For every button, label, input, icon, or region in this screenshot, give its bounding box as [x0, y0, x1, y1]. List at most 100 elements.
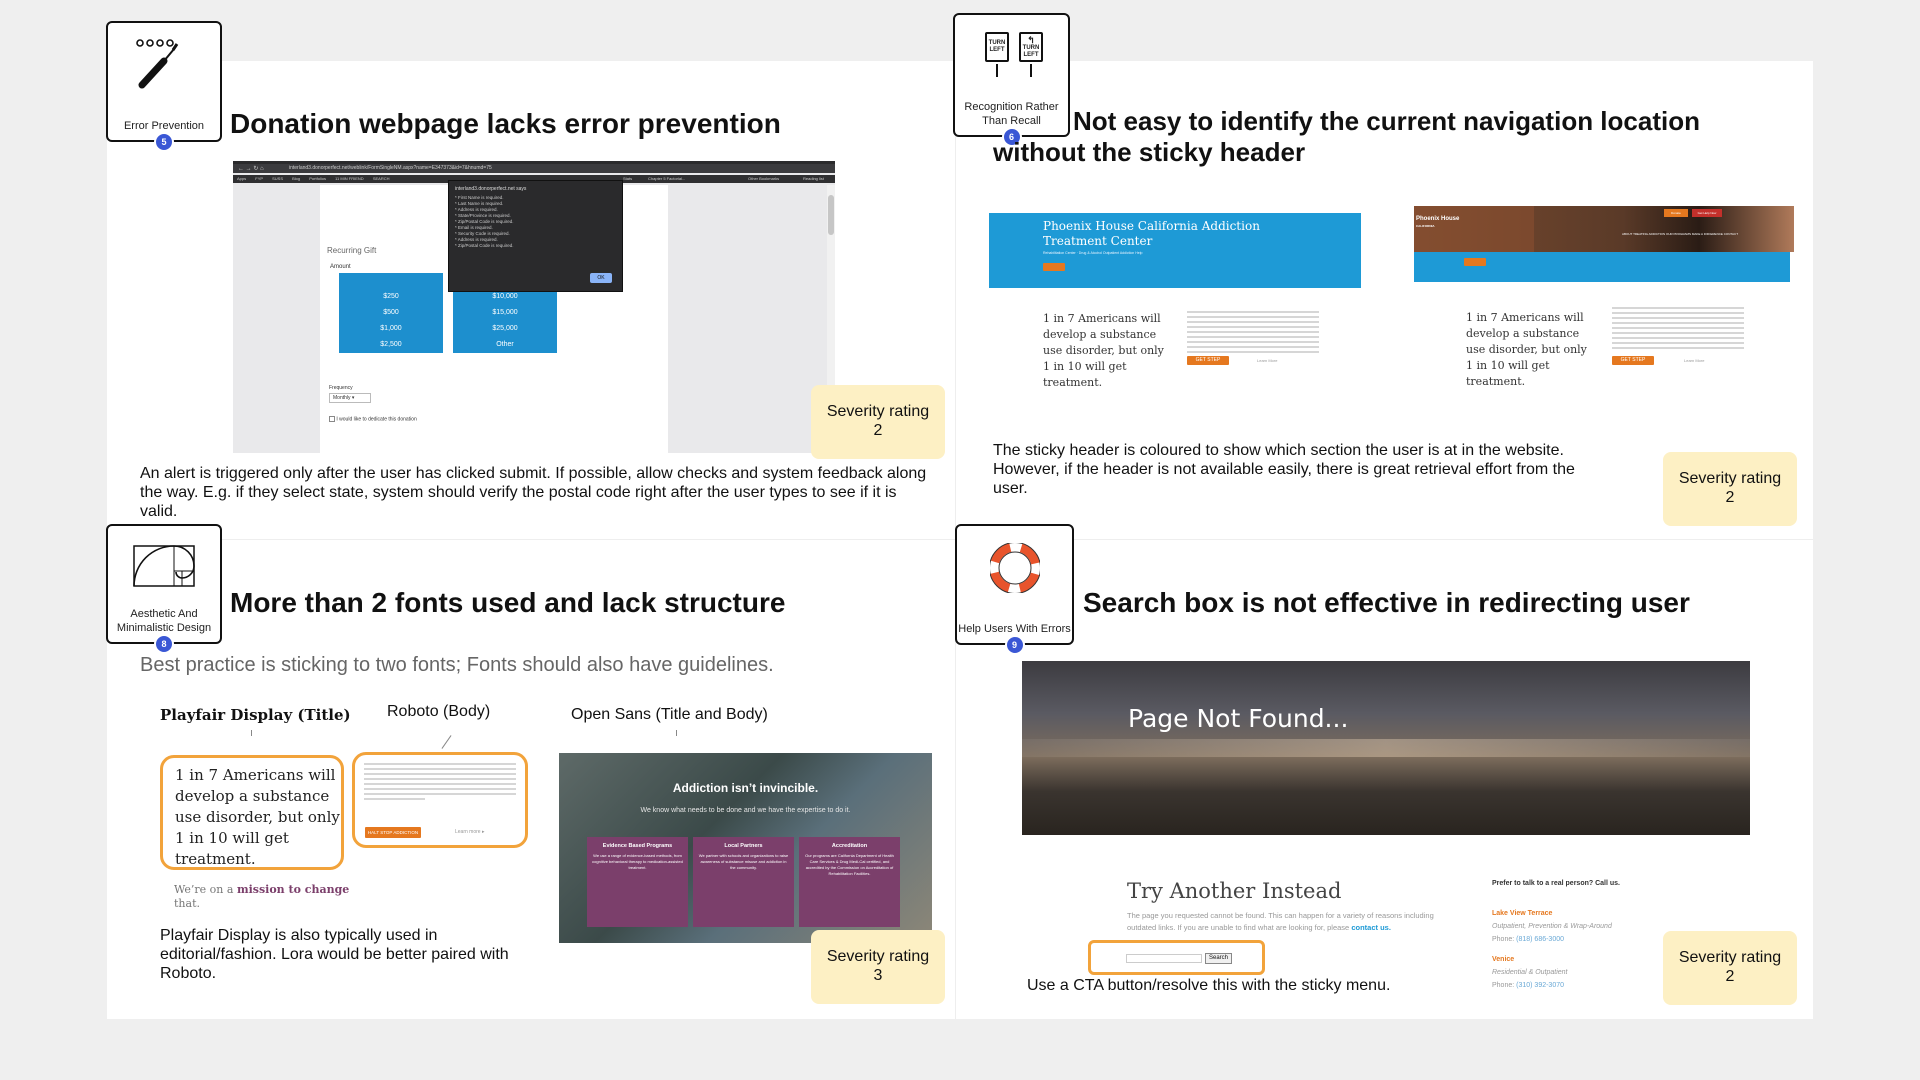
severity-value: 2 — [873, 422, 883, 439]
severity-rating: Severity rating 2 — [1663, 452, 1797, 526]
heuristic-card-help-users[interactable]: Help Users With Errors 9 — [955, 524, 1074, 655]
panel-heading: Donation webpage lacks error prevention — [230, 108, 781, 139]
open-sans-screenshot: Addiction isn’t invincible. We know what… — [559, 753, 932, 943]
body-paragraph — [1612, 307, 1744, 352]
amount-button[interactable]: $25,000 — [453, 321, 557, 337]
panel-subheading: Best practice is sticking to two fonts; … — [140, 654, 774, 676]
bookmark[interactable]: 11 MIN FRIEND — [335, 176, 364, 181]
feature-tile: Evidence Based Programs We use a range of… — [587, 837, 688, 927]
alert-messages: * First Name is required. * Last Name is… — [455, 195, 622, 249]
heuristic-card-error-prevention[interactable]: Error Prevention 5 — [106, 21, 222, 152]
amount-button[interactable]: $2,500 — [339, 337, 443, 353]
location-block: Lake View Terrace Outpatient, Prevention… — [1492, 907, 1612, 946]
phone-link[interactable]: (310) 392-3070 — [1516, 982, 1564, 989]
bookmark[interactable]: Portfolios — [309, 176, 326, 181]
font-label-playfair: Playfair Display (Title) — [160, 706, 351, 724]
amount-button[interactable]: $15,000 — [453, 305, 557, 321]
severity-value: 2 — [1725, 489, 1735, 506]
hero-cta[interactable] — [1464, 258, 1486, 266]
learn-more-link[interactable]: Learn More — [1257, 358, 1277, 363]
phone-link[interactable]: (818) 686-3000 — [1516, 936, 1564, 943]
not-found-title: Page Not Found... — [1128, 704, 1349, 733]
form-title: Recurring Gift — [327, 246, 377, 255]
hero-subtitle: Rehabilitation Center · Drug & Alcohol O… — [1043, 251, 1143, 255]
hero-title: Phoenix House California Addiction Treat… — [1043, 219, 1260, 248]
bookmark[interactable]: Apps — [237, 176, 246, 181]
phoenix-house-screenshot-with-header: Phoenix House California Addiction Treat… — [989, 213, 1361, 403]
bookmark[interactable]: Reading list — [803, 175, 824, 183]
nav-item[interactable]: OUR PROGRAMS — [1666, 232, 1691, 236]
try-another-text: The page you requested cannot be found. … — [1127, 910, 1461, 934]
mission-link[interactable]: mission to change — [237, 883, 349, 896]
hero-cta[interactable] — [1043, 263, 1065, 271]
mission-suffix: that. — [174, 897, 200, 910]
card-number-badge: 9 — [1004, 635, 1025, 655]
main-nav: ABOUT TREATING ADDICTION OUR PROGRAMS MA… — [1622, 232, 1738, 236]
panel-description: Use a CTA button/resolve this with the s… — [1027, 977, 1391, 994]
scrollbar-thumb[interactable] — [828, 195, 834, 235]
location-name[interactable]: Lake View Terrace — [1492, 907, 1612, 920]
bookmark[interactable]: FYP — [255, 176, 263, 181]
nav-item[interactable]: MAKE A DIFFERENCE — [1692, 232, 1723, 236]
severity-label: Severity rating — [1678, 470, 1782, 487]
opensans-title: Addiction isn’t invincible. — [672, 781, 819, 795]
browser-url[interactable]: interland3.donorperfect.net/weblink/Form… — [289, 165, 492, 171]
nav-item[interactable]: TREATING ADDICTION — [1633, 232, 1665, 236]
feature-tile: Local Partners We partner with schools an… — [693, 837, 794, 927]
cta-button[interactable]: GET STEP ADDICTION — [1612, 356, 1654, 372]
search-input[interactable] — [1126, 954, 1202, 963]
amount-button[interactable]: $250 — [339, 289, 443, 305]
sign-text: TURN LEFT — [988, 40, 1006, 53]
get-help-button[interactable]: Get Help Now — [1692, 209, 1722, 217]
severity-value: 3 — [873, 967, 883, 984]
body-paragraph — [1187, 311, 1319, 356]
search-highlight: Search — [1088, 940, 1265, 975]
bookmark[interactable]: SEARCH — [373, 176, 390, 181]
frequency-label: Frequency — [329, 385, 353, 391]
severity-label: Severity rating — [826, 403, 930, 420]
turn-left-sign-icon: TURN LEFT — [985, 32, 1009, 62]
dedicate-checkbox[interactable] — [329, 416, 335, 422]
bookmark[interactable]: Stats — [623, 175, 632, 183]
bookmark[interactable]: Blog — [292, 176, 300, 181]
bookmark[interactable]: Other Bookmarks — [748, 175, 779, 183]
contact-us-link[interactable]: contact us. — [1351, 923, 1391, 932]
mission-text: We’re on a mission to change that. — [174, 883, 354, 911]
dedicate-label: I would like to dedicate this donation — [336, 416, 417, 423]
bookmark[interactable]: SUSS — [272, 176, 283, 181]
learn-more-link[interactable]: Learn More — [1684, 358, 1704, 363]
amount-button[interactable]: Other — [453, 337, 557, 353]
location-name[interactable]: Venice — [1492, 953, 1568, 966]
amount-button[interactable]: $1,000 — [339, 321, 443, 337]
severity-rating: Severity rating 2 — [811, 385, 945, 459]
roboto-cta-button[interactable]: HALT STOP ADDICTION — [365, 827, 421, 838]
location-desc: Residential & Outpatient — [1492, 969, 1568, 976]
panel-description: An alert is triggered only after the use… — [140, 465, 927, 520]
site-logo[interactable]: Phoenix House CALIFORNIA — [1416, 216, 1459, 230]
donate-button[interactable]: Donate — [1664, 209, 1688, 217]
roboto-learn-more[interactable]: Learn more ▸ — [455, 829, 484, 835]
severity-value: 2 — [1725, 968, 1735, 985]
frequency-select[interactable]: Monthly ▾ — [329, 393, 371, 403]
location-phone-line: Phone: (310) 392-3070 — [1492, 979, 1568, 992]
tile-title: Accreditation — [831, 843, 868, 849]
cta-button[interactable]: GET STEP ADDICTION — [1187, 356, 1229, 372]
panel-heading: More than 2 fonts used and lack structur… — [230, 587, 786, 618]
search-button[interactable]: Search — [1205, 953, 1232, 964]
dedicate-checkbox-row[interactable]: I would like to dedicate this donation — [329, 416, 417, 422]
amount-button[interactable]: $500 — [339, 305, 443, 321]
browser-nav-icons[interactable]: ← → ↻ ⌂ — [238, 165, 264, 172]
location-desc: Outpatient, Prevention & Wrap-Around — [1492, 923, 1612, 930]
bookmark[interactable]: Chapter 5 Factorial... — [648, 175, 685, 183]
font-label-open-sans: Open Sans (Title and Body) — [571, 706, 768, 723]
nav-item[interactable]: ABOUT — [1622, 232, 1632, 236]
phone-label: Phone: — [1492, 936, 1517, 943]
severity-rating: Severity rating 3 — [811, 930, 945, 1004]
heuristic-card-aesthetic[interactable]: Aesthetic And Minimalistic Design 8 — [106, 524, 222, 654]
nav-item[interactable]: CONTACT — [1724, 232, 1738, 236]
hero-banner — [1414, 252, 1790, 282]
amount-button[interactable] — [339, 273, 443, 289]
card-caption: Aesthetic And Minimalistic Design — [116, 608, 212, 634]
panel-heading: Search box is not effective in redirecti… — [1083, 587, 1690, 618]
alert-ok-button[interactable]: OK — [590, 273, 612, 283]
